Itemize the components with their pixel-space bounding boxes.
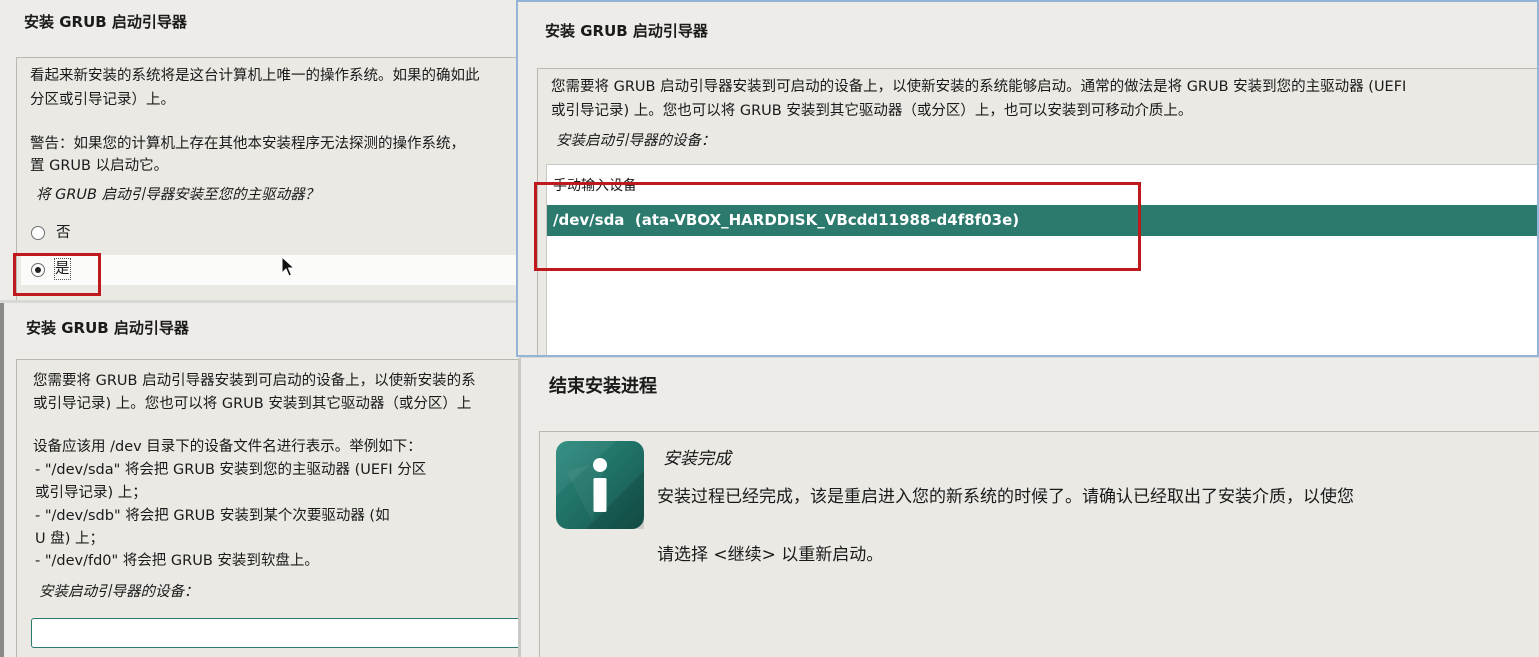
- grub-device-select-panel: 安装 GRUB 启动引导器 您需要将 GRUB 启动引导器安装到可启动的设备上，…: [516, 0, 1539, 357]
- example-line: - "/dev/sda" 将会把 GRUB 安装到您的主驱动器 (UEFI 分区: [35, 462, 427, 478]
- example-line: - "/dev/sdb" 将会把 GRUB 安装到某个次要驱动器 (如: [35, 508, 390, 524]
- device-intro: 设备应该用 /dev 目录下的设备文件名进行表示。举例如下：: [33, 439, 422, 455]
- complete-content-box: 安装完成 安装过程已经完成，该是重启进入您的新系统的时候了。请确认已经取出了安装…: [539, 431, 1539, 657]
- example-line: U 盘) 上；: [35, 531, 104, 547]
- restart-instruction: 请选择 <继续> 以重新启动。: [657, 545, 884, 565]
- radio-no[interactable]: [31, 226, 45, 240]
- install-complete-panel: 结束安装进程 安装完成 安装过程已经完成，该是重启进入您的新系统的时候了。请确认…: [518, 358, 1539, 657]
- description-line: 分区或引导记录）上。: [30, 92, 175, 108]
- warning-line: 警告：如果您的计算机上存在其他本安装程序无法探测的操作系统，: [30, 136, 465, 152]
- completion-message: 安装过程已经完成，该是重启进入您的新系统的时候了。请确认已经取出了安装介质，以使…: [657, 487, 1354, 507]
- highlight-device-box: [534, 182, 1141, 271]
- manual-content-box: 您需要将 GRUB 启动引导器安装到可启动的设备上，以使新安装的系 或引导记录)…: [16, 359, 520, 657]
- description-line: 看起来新安装的系统将是这台计算机上唯一的操作系统。如果的确如此: [30, 68, 480, 84]
- example-line: 或引导记录) 上；: [35, 485, 147, 501]
- question-label: 将 GRUB 启动引导器安装至您的主驱动器？: [36, 187, 320, 203]
- panel-title: 安装 GRUB 启动引导器: [545, 22, 708, 40]
- example-line: - "/dev/fd0" 将会把 GRUB 安装到软盘上。: [35, 553, 319, 569]
- warning-line: 置 GRUB 以启动它。: [30, 158, 169, 174]
- panel-title: 安装 GRUB 启动引导器: [24, 13, 187, 31]
- option-no-label: 否: [56, 225, 71, 241]
- description-line: 或引导记录) 上。您也可以将 GRUB 安装到其它驱动器（或分区）上，也可以安装…: [551, 103, 1193, 119]
- grub-question-panel: 安装 GRUB 启动引导器 看起来新安装的系统将是这台计算机上唯一的操作系统。如…: [0, 0, 520, 300]
- mouse-cursor-icon: [281, 256, 296, 277]
- description-line: 或引导记录) 上。您也可以将 GRUB 安装到其它驱动器（或分区）上: [33, 396, 472, 412]
- device-label: 安装启动引导器的设备：: [39, 584, 199, 600]
- description-line: 您需要将 GRUB 启动引导器安装到可启动的设备上，以使新安装的系: [33, 373, 476, 389]
- device-input[interactable]: [31, 618, 520, 648]
- panel-title: 安装 GRUB 启动引导器: [26, 319, 189, 337]
- info-icon: [556, 441, 644, 529]
- description-line: 您需要将 GRUB 启动引导器安装到可启动的设备上，以使新安装的系统能够启动。通…: [551, 79, 1407, 95]
- panel-title: 结束安装进程: [549, 376, 657, 397]
- device-label: 安装启动引导器的设备：: [556, 133, 716, 149]
- grub-manual-device-panel: 安装 GRUB 启动引导器 您需要将 GRUB 启动引导器安装到可启动的设备上，…: [0, 303, 520, 657]
- completion-subtitle: 安装完成: [663, 449, 731, 469]
- option-no[interactable]: 否: [29, 221, 229, 245]
- highlight-yes-box: [13, 253, 101, 296]
